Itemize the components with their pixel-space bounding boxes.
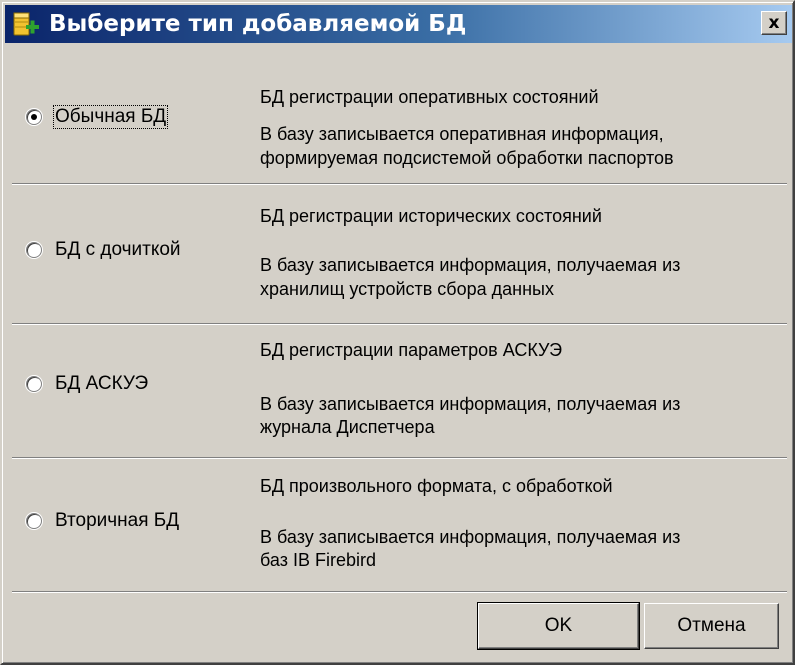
section-divider [12, 457, 787, 459]
option-title: БД регистрации исторических состояний [260, 206, 602, 226]
option-description-line: В базу записывается оперативная информац… [260, 124, 664, 144]
radio-button[interactable] [26, 513, 42, 529]
radio-label-regular-db[interactable]: Обычная БД [52, 105, 169, 129]
cancel-button[interactable]: Отмена [644, 603, 779, 649]
radio-db-with-readout[interactable]: БД с дочиткой [26, 239, 182, 261]
radio-button[interactable] [26, 242, 42, 258]
radio-button-checked[interactable] [26, 109, 42, 125]
option-description-line: В базу записывается информация, получаем… [260, 255, 681, 275]
option-description-line: В базу записывается информация, получаем… [260, 394, 681, 414]
option-title: БД регистрации параметров АСКУЭ [260, 340, 563, 360]
radio-button[interactable] [26, 376, 42, 392]
window-title: Выберите тип добавляемой БД [49, 11, 467, 37]
radio-secondary-db[interactable]: Вторичная БД [26, 510, 180, 532]
option-description-line: баз IB Firebird [260, 550, 376, 570]
option-description-line: хранилищ устройств сбора данных [260, 279, 554, 299]
radio-label-askue-db[interactable]: БД АСКУЭ [54, 373, 149, 395]
section-divider [12, 183, 787, 185]
option-description-line: формируемая подсистемой обработки паспор… [260, 148, 674, 168]
radio-label-db-with-readout[interactable]: БД с дочиткой [54, 239, 182, 261]
radio-label-secondary-db[interactable]: Вторичная БД [54, 510, 180, 532]
title-bar[interactable]: Выберите тип добавляемой БД x [5, 5, 792, 43]
option-description-line: журнала Диспетчера [260, 417, 435, 437]
close-button[interactable]: x [761, 11, 787, 35]
option-title: БД регистрации оперативных состояний [260, 87, 599, 107]
ok-button[interactable]: OK [477, 602, 640, 650]
radio-askue-db[interactable]: БД АСКУЭ [26, 373, 149, 395]
option-title: БД произвольного формата, с обработкой [260, 476, 613, 496]
section-divider [12, 323, 787, 325]
dialog-window: Выберите тип добавляемой БД x БД регистр… [0, 0, 795, 665]
database-add-icon [13, 12, 39, 36]
option-description-line: В базу записывается информация, получаем… [260, 527, 681, 547]
radio-regular-db[interactable]: Обычная БД [26, 105, 169, 129]
close-icon: x [768, 12, 780, 33]
section-divider [12, 591, 787, 593]
